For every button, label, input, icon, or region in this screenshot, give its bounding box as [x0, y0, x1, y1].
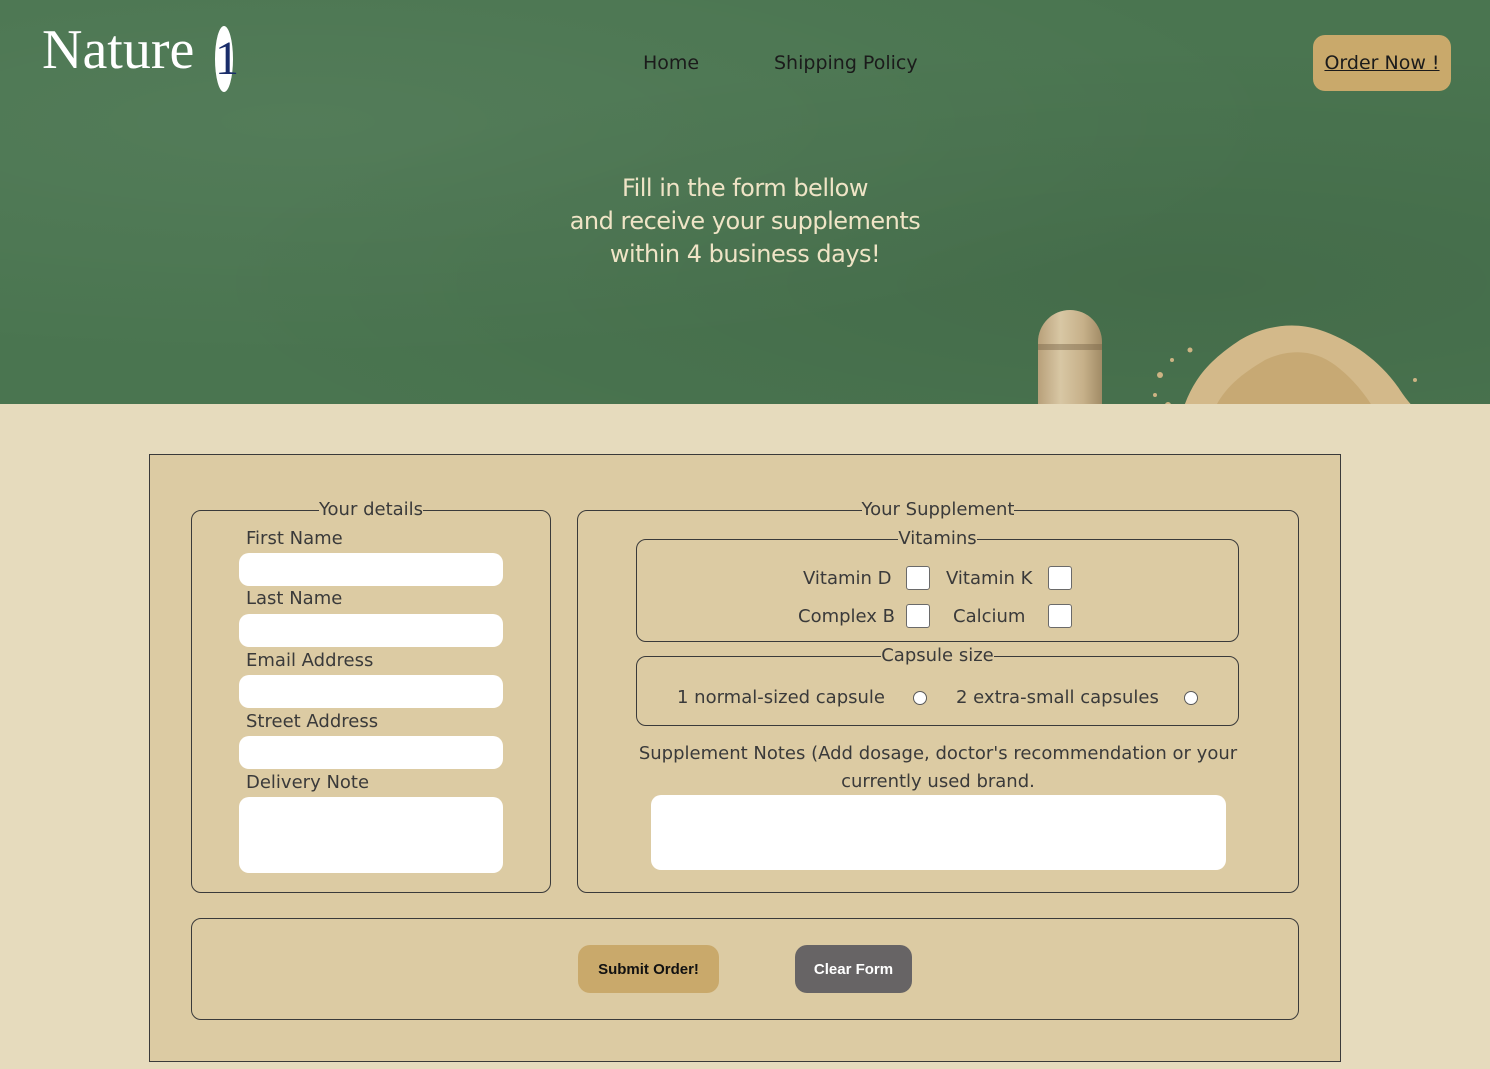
order-now-button[interactable]: Order Now !	[1313, 35, 1451, 91]
form-actions-fieldset	[191, 918, 1299, 1020]
hero-message: Fill in the form bellow and receive your…	[545, 172, 945, 271]
your-supplement-legend: Your Supplement	[861, 499, 1015, 520]
supplement-notes-textarea[interactable]	[651, 795, 1226, 870]
logo-badge: 1	[215, 26, 239, 92]
logo-text[interactable]: Nature	[42, 22, 194, 78]
your-details-legend: Your details	[318, 499, 424, 520]
nav-shipping-policy-link[interactable]: Shipping Policy	[774, 52, 918, 74]
calcium-label: Calcium	[953, 606, 1026, 627]
hero-line: within 4 business days!	[609, 240, 881, 268]
vitamins-legend: Vitamins	[898, 528, 977, 549]
hero-line: and receive your supplements	[569, 207, 921, 235]
email-label: Email Address	[246, 650, 374, 671]
first-name-input[interactable]	[239, 553, 503, 586]
delivery-note-label: Delivery Note	[246, 772, 370, 793]
last-name-input[interactable]	[239, 614, 503, 647]
email-input[interactable]	[239, 675, 503, 708]
vitamin-k-checkbox[interactable]	[1048, 566, 1072, 590]
calcium-checkbox[interactable]	[1048, 604, 1072, 628]
capsule-band	[1038, 344, 1102, 350]
normal-capsule-label: 1 normal-sized capsule	[677, 687, 886, 708]
vitamin-d-checkbox[interactable]	[906, 566, 930, 590]
supplement-notes-label: Supplement Notes (Add dosage, doctor's r…	[638, 743, 1238, 792]
complex-b-checkbox[interactable]	[906, 604, 930, 628]
capsule-size-legend: Capsule size	[881, 645, 994, 666]
capsule-image	[1038, 310, 1102, 404]
street-address-label: Street Address	[246, 711, 379, 732]
extra-small-capsules-radio[interactable]	[1184, 691, 1198, 705]
submit-order-button[interactable]: Submit Order!	[578, 945, 719, 993]
nav-home-link[interactable]: Home	[643, 52, 699, 74]
extra-small-capsules-label: 2 extra-small capsules	[956, 687, 1159, 708]
hero-banner: Nature 1 Home Shipping Policy Order Now …	[0, 0, 1490, 404]
powder-image	[1153, 325, 1417, 404]
vitamin-k-label: Vitamin K	[946, 568, 1033, 589]
capsule-size-fieldset: Capsule size	[636, 646, 1239, 726]
clear-form-button[interactable]: Clear Form	[795, 945, 912, 993]
last-name-label: Last Name	[246, 588, 343, 609]
vitamins-fieldset: Vitamins	[636, 529, 1239, 642]
first-name-label: First Name	[246, 528, 343, 549]
complex-b-label: Complex B	[798, 606, 896, 627]
normal-capsule-radio[interactable]	[913, 691, 927, 705]
hero-line: Fill in the form bellow	[622, 174, 868, 202]
vitamin-d-label: Vitamin D	[803, 568, 892, 589]
delivery-note-textarea[interactable]	[239, 797, 503, 873]
street-address-input[interactable]	[239, 736, 503, 769]
